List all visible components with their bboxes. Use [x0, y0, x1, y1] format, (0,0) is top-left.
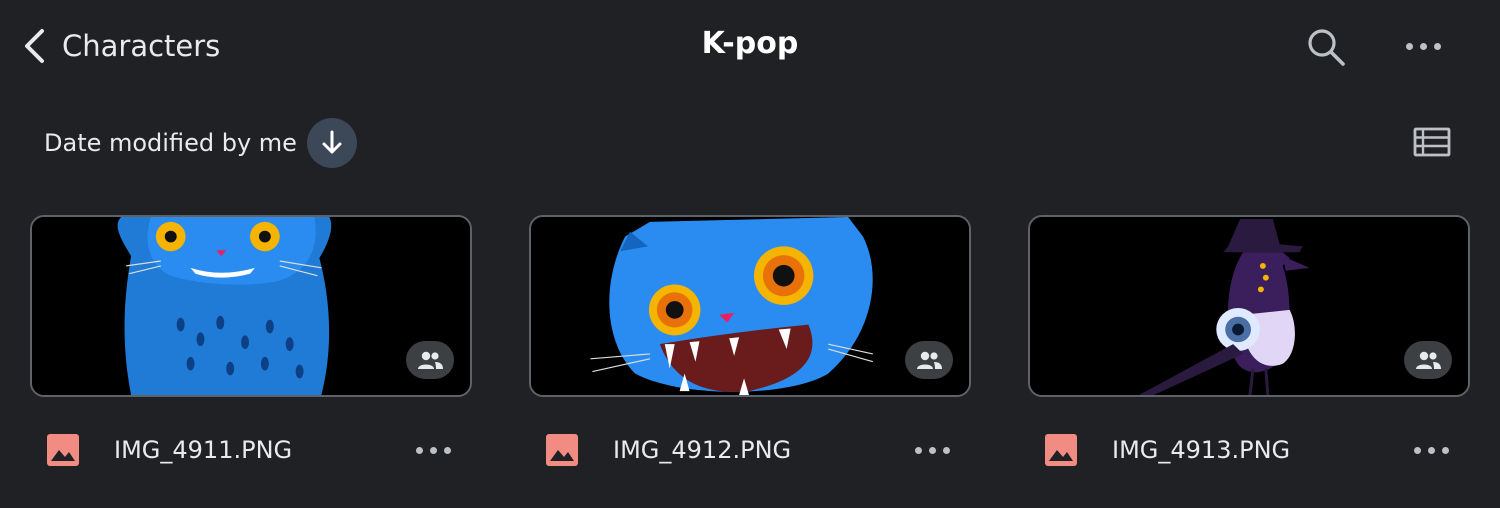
- sort-row: Date modified by me: [44, 118, 357, 168]
- file-name: IMG_4912.PNG: [613, 436, 792, 464]
- search-button[interactable]: [1303, 24, 1349, 70]
- file-name: IMG_4913.PNG: [1112, 436, 1291, 464]
- thumbnail-image: [1030, 217, 1468, 395]
- image-file-icon: [47, 434, 79, 466]
- shared-indicator: [406, 341, 454, 379]
- back-label: Characters: [62, 29, 221, 63]
- file-row[interactable]: IMG_4913.PNG: [1028, 428, 1470, 472]
- more-horizontal-icon: [415, 446, 451, 454]
- chevron-left-icon: [25, 29, 44, 63]
- more-horizontal-icon: [914, 446, 950, 454]
- shared-indicator: [1404, 341, 1452, 379]
- thumbnail-image: [531, 217, 969, 395]
- file-more-button[interactable]: [907, 430, 957, 470]
- file-card-thumbnail[interactable]: [529, 215, 971, 397]
- page-title: K-pop: [701, 26, 799, 61]
- arrow-down-icon: [322, 130, 342, 154]
- shared-people-icon: [418, 351, 443, 369]
- list-view-button[interactable]: [1412, 126, 1458, 162]
- file-name: IMG_4911.PNG: [114, 436, 293, 464]
- more-horizontal-icon: [1413, 446, 1449, 454]
- file-card-thumbnail[interactable]: [30, 215, 472, 397]
- shared-people-icon: [1416, 351, 1441, 369]
- file-row[interactable]: IMG_4911.PNG: [30, 428, 472, 472]
- image-file-icon: [1045, 434, 1077, 466]
- file-row[interactable]: IMG_4912.PNG: [529, 428, 971, 472]
- more-horizontal-icon: [1405, 42, 1441, 50]
- thumbnail-image: [32, 217, 470, 395]
- list-view-icon: [1413, 127, 1451, 157]
- file-more-button[interactable]: [408, 430, 458, 470]
- sort-label[interactable]: Date modified by me: [44, 129, 297, 157]
- image-file-icon: [546, 434, 578, 466]
- search-icon: [1308, 29, 1345, 66]
- back-button[interactable]: Characters: [18, 22, 220, 70]
- sort-direction-button[interactable]: [306, 118, 357, 168]
- file-card-thumbnail[interactable]: [1028, 215, 1470, 397]
- shared-indicator: [905, 341, 953, 379]
- more-options-button[interactable]: [1398, 26, 1448, 66]
- file-more-button[interactable]: [1406, 430, 1456, 470]
- top-bar: Characters K-pop: [0, 0, 1500, 92]
- shared-people-icon: [917, 351, 942, 369]
